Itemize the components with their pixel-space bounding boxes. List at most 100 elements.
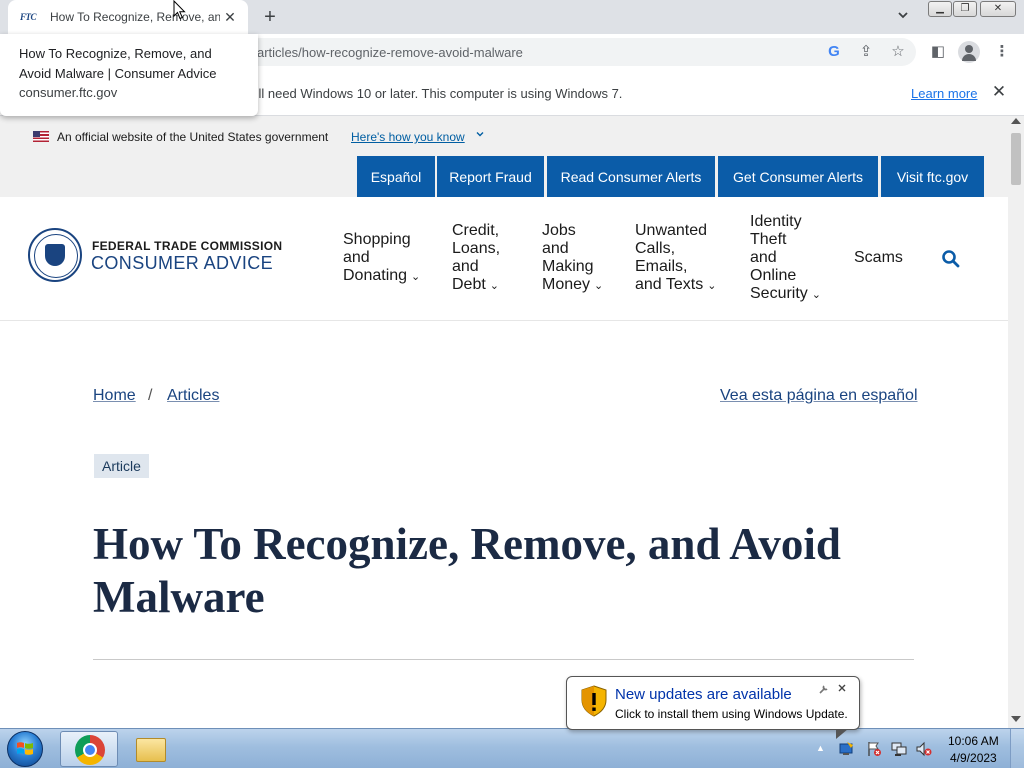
nav-label-line: Loans, (452, 240, 501, 257)
main-content: Home / Articles Vea esta página en españ… (0, 321, 1008, 728)
scrollbar-thumb[interactable] (1011, 133, 1021, 185)
nav-label-line: and (452, 258, 479, 275)
tab-close-icon[interactable]: ✕ (222, 9, 238, 25)
windows-update-notification[interactable]: New updates are available Click to insta… (566, 676, 860, 730)
windows-taskbar: ▲ 10:06 AM 4/9/2023 (0, 728, 1024, 768)
chrome-logo-icon (75, 735, 105, 765)
nav-label-line: Credit, (452, 222, 500, 239)
infobar-message: 'll need Windows 10 or later. This compu… (256, 86, 623, 101)
nav-label-line: Jobs (542, 222, 576, 239)
nav-identity-theft[interactable]: Identity Theft and Online Security ⌄ (750, 213, 840, 304)
wrench-options-icon[interactable] (818, 684, 829, 698)
hover-card-domain: consumer.ftc.gov (19, 85, 118, 100)
chrome-menu-icon[interactable]: ⋮ (992, 42, 1012, 62)
article-type-badge: Article (94, 454, 149, 478)
nav-label-line: Emails, (635, 258, 688, 275)
window-maximize-button[interactable]: ❐ (953, 1, 977, 17)
web-page: An official website of the United States… (0, 116, 1008, 728)
window-close-button[interactable]: ✕ (980, 1, 1016, 17)
scroll-down-arrow-icon[interactable] (1011, 716, 1021, 722)
logo-agency-name[interactable]: FEDERAL TRADE COMMISSION (92, 239, 282, 253)
nav-label-line: Money (542, 276, 591, 293)
notification-close-icon[interactable] (837, 682, 847, 696)
tab-hover-card: How To Recognize, Remove, and Avoid Malw… (0, 34, 258, 116)
notification-tail (836, 729, 848, 739)
chevron-down-icon: ⌄ (411, 271, 421, 283)
page-title: How To Recognize, Remove, and Avoid Malw… (93, 519, 841, 622)
taskbar-chrome-button[interactable] (60, 731, 118, 767)
us-flag-icon (33, 131, 49, 142)
tab-strip: FTC How To Recognize, Remove, and Avoid … (0, 0, 1024, 34)
infobar-close-icon[interactable]: ✕ (990, 83, 1008, 101)
nav-label-line: Debt (452, 276, 486, 293)
heres-how-you-know-link[interactable]: Here's how you know (351, 130, 465, 144)
nav-jobs-making-money[interactable]: Jobs and Making Money ⌄ (542, 222, 622, 295)
google-lens-icon[interactable]: G (824, 42, 844, 62)
start-button[interactable] (4, 731, 46, 767)
show-desktop-button[interactable] (1010, 729, 1024, 768)
scroll-up-arrow-icon[interactable] (1011, 118, 1021, 124)
get-consumer-alerts-button[interactable]: Get Consumer Alerts (718, 156, 878, 197)
shield-warning-icon (581, 685, 607, 717)
browser-tab[interactable]: FTC How To Recognize, Remove, and Avoid … (8, 0, 248, 34)
breadcrumb-separator: / (148, 387, 153, 404)
tab-search-chevron-icon[interactable] (896, 8, 914, 26)
mouse-cursor-icon (173, 0, 186, 20)
nav-unwanted-calls[interactable]: Unwanted Calls, Emails, and Texts ⌄ (635, 222, 735, 295)
nav-label-line: and Texts (635, 276, 704, 293)
window-minimize-button[interactable]: ▁ (928, 1, 952, 17)
espanol-button[interactable]: Español (357, 156, 435, 197)
gov-banner-text: An official website of the United States… (57, 130, 329, 144)
new-tab-button[interactable]: + (260, 6, 280, 28)
bookmark-star-icon[interactable]: ☆ (888, 42, 908, 62)
nav-label-line: Theft (750, 231, 787, 248)
nav-scams[interactable]: Scams (854, 249, 903, 267)
taskbar-explorer-button[interactable] (122, 731, 180, 767)
side-panel-icon[interactable]: ◧ (928, 42, 948, 62)
nav-label-line: Identity (750, 213, 802, 230)
ftc-seal-logo[interactable] (28, 228, 82, 282)
ftc-favicon-icon: FTC (20, 12, 37, 22)
read-consumer-alerts-button[interactable]: Read Consumer Alerts (547, 156, 715, 197)
search-icon[interactable] (941, 249, 961, 269)
network-icon[interactable] (891, 741, 907, 757)
volume-muted-icon[interactable] (916, 741, 932, 757)
nav-label-line: Unwanted (635, 222, 708, 239)
spanish-version-link[interactable]: Vea esta página en español (720, 387, 918, 405)
chevron-down-icon: ⌄ (707, 280, 717, 292)
visit-ftc-gov-button[interactable]: Visit ftc.gov (881, 156, 984, 197)
url-text[interactable]: articles/how-recognize-remove-avoid-malw… (257, 45, 523, 60)
breadcrumb-articles-link[interactable]: Articles (167, 387, 219, 405)
address-bar[interactable]: articles/how-recognize-remove-avoid-malw… (200, 38, 916, 66)
page-scrollbar[interactable] (1008, 116, 1024, 728)
logo-site-name[interactable]: CONSUMER ADVICE (91, 253, 273, 274)
nav-label-line: Donating (343, 267, 408, 284)
chevron-down-icon: ⌄ (594, 280, 604, 292)
nav-label-line: and (542, 240, 569, 257)
nav-label-line: Shopping (343, 231, 411, 248)
breadcrumb-home-link[interactable]: Home (93, 387, 136, 405)
clock-time[interactable]: 10:06 AM (948, 734, 999, 748)
chevron-down-icon: ⌄ (489, 280, 500, 292)
nav-label-line: and (750, 249, 777, 266)
windows-logo-icon (17, 742, 33, 755)
report-fraud-button[interactable]: Report Fraud (437, 156, 544, 197)
profile-avatar-icon[interactable] (958, 41, 980, 63)
title-divider (93, 659, 914, 660)
nav-shopping-and-donating[interactable]: Shopping and Donating ⌄ (343, 231, 433, 286)
nav-label-line: and (343, 249, 370, 266)
action-center-flag-icon[interactable] (866, 741, 882, 757)
clock-date[interactable]: 4/9/2023 (950, 751, 997, 765)
nav-label-line: Making (542, 258, 594, 275)
windows-update-tray-icon[interactable] (838, 741, 854, 757)
gov-banner: An official website of the United States… (0, 116, 1008, 156)
share-icon[interactable]: ⇪ (856, 42, 876, 62)
learn-more-link[interactable]: Learn more (911, 86, 977, 101)
tab-title: How To Recognize, Remove, and Avoid Malw… (50, 10, 220, 24)
folder-icon (136, 738, 166, 762)
nav-label-line: Calls, (635, 240, 676, 257)
nav-label-line: Online (750, 267, 797, 284)
nav-credit-loans-debt[interactable]: Credit, Loans, and Debt ⌄ (452, 222, 522, 295)
show-hidden-icons-arrow-icon[interactable]: ▲ (816, 743, 825, 753)
notification-title: New updates are available (615, 686, 792, 703)
